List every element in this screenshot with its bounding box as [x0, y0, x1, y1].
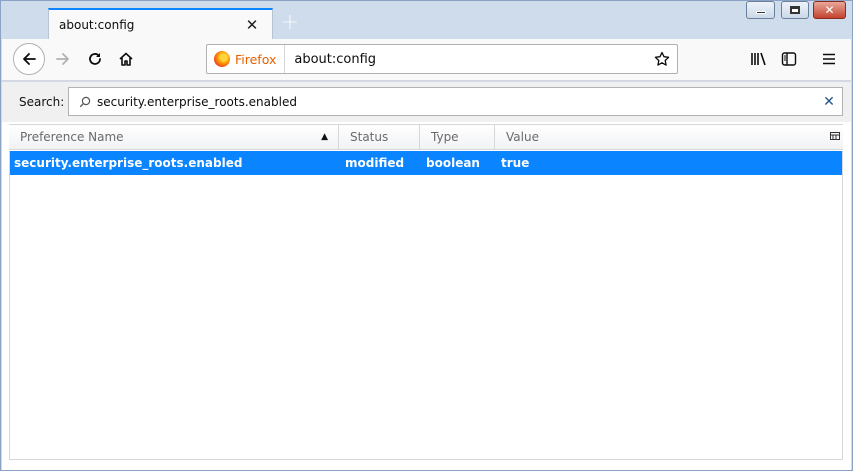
- column-label: Status: [350, 130, 389, 144]
- preference-type-cell: boolean: [426, 156, 480, 170]
- tab-about-config[interactable]: about:config ✕: [48, 8, 273, 39]
- tab-close-icon[interactable]: ✕: [242, 15, 262, 35]
- table-row[interactable]: security.enterprise_roots.enabled modifi…: [10, 151, 842, 175]
- search-icon: [75, 96, 95, 108]
- new-tab-plus-icon[interactable]: +: [279, 10, 301, 35]
- close-window-button[interactable]: ✕: [813, 1, 846, 19]
- search-value[interactable]: security.enterprise_roots.enabled: [95, 95, 816, 109]
- search-label: Search:: [19, 95, 65, 109]
- search-row: Search: security.enterprise_roots.enable…: [2, 82, 851, 122]
- identity-box[interactable]: Firefox: [207, 45, 286, 73]
- identity-label: Firefox: [235, 51, 277, 67]
- firefox-logo-icon: [214, 51, 230, 67]
- column-label: Value: [506, 130, 539, 144]
- arrow-right-icon: [56, 53, 69, 65]
- sidebar-button[interactable]: [774, 44, 804, 74]
- column-header-status[interactable]: Status: [339, 125, 420, 149]
- reload-button[interactable]: [80, 44, 110, 74]
- column-label: Preference Name: [20, 130, 124, 144]
- clear-search-icon[interactable]: ✕: [816, 94, 842, 110]
- hamburger-icon: [823, 53, 835, 65]
- bookmark-star-icon[interactable]: [647, 51, 677, 67]
- navigation-toolbar: Firefox about:config: [2, 39, 851, 81]
- column-label: Type: [431, 130, 459, 144]
- column-header-type[interactable]: Type: [420, 125, 495, 149]
- preference-name-cell: security.enterprise_roots.enabled: [14, 156, 243, 170]
- tab-title: about:config: [59, 17, 135, 32]
- arrow-left-icon: [23, 53, 36, 65]
- about-config-page: Search: security.enterprise_roots.enable…: [2, 82, 851, 470]
- hamburger-menu-button[interactable]: [814, 44, 844, 74]
- column-header-preference-name[interactable]: Preference Name ▲: [9, 125, 339, 149]
- library-icon: [751, 52, 766, 66]
- back-button[interactable]: [13, 43, 45, 75]
- preference-status-cell: modified: [345, 156, 405, 170]
- library-button[interactable]: [744, 44, 774, 74]
- maximize-button[interactable]: [781, 1, 809, 19]
- forward-button[interactable]: [48, 44, 78, 74]
- preferences-list: security.enterprise_roots.enabled modifi…: [9, 151, 843, 460]
- preference-value-cell: true: [501, 156, 530, 170]
- sidebar-icon: [781, 52, 797, 66]
- sort-ascending-icon: ▲: [321, 132, 328, 142]
- home-button[interactable]: [111, 44, 141, 74]
- tab-strip: about:config ✕ + ✕: [1, 1, 852, 39]
- minimize-icon: [755, 10, 766, 14]
- column-picker-icon[interactable]: [827, 125, 843, 149]
- home-icon: [119, 52, 133, 66]
- close-icon: ✕: [824, 3, 835, 17]
- url-input[interactable]: about:config: [285, 52, 647, 67]
- column-header-row: Preference Name ▲ Status Type Value: [9, 124, 843, 150]
- url-bar[interactable]: Firefox about:config: [206, 44, 678, 74]
- reload-icon: [89, 53, 101, 65]
- browser-window: about:config ✕ + ✕ Firefox about:config: [0, 0, 853, 471]
- column-header-value[interactable]: Value: [495, 125, 827, 149]
- minimize-button[interactable]: [746, 1, 775, 19]
- maximize-icon: [790, 6, 800, 14]
- search-input[interactable]: security.enterprise_roots.enabled ✕: [68, 87, 843, 116]
